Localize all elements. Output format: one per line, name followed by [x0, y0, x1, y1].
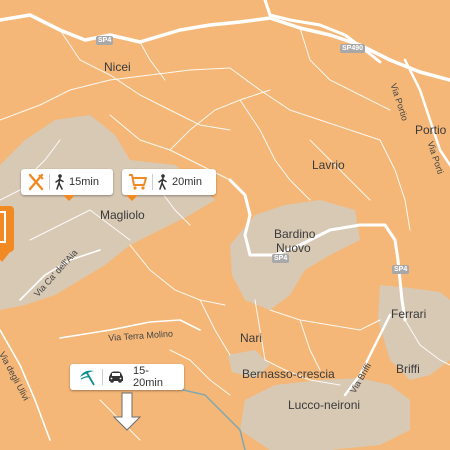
place-label-lavrio: Lavrio: [312, 158, 345, 172]
place-label-bardino-nuovo-1: Bardino: [274, 227, 316, 241]
restaurant-chip-pointer: [63, 195, 75, 201]
car-icon: [107, 364, 125, 390]
road-badge-sp4-right: SP4: [392, 265, 410, 274]
road-badge-sp4-top: SP4: [96, 36, 114, 45]
walking-icon: [157, 169, 169, 195]
walking-icon: [54, 169, 66, 195]
shop-walk-chip[interactable]: 20min: [122, 169, 216, 195]
restaurant-icon: [27, 169, 45, 195]
place-label-ferrari: Ferrari: [391, 307, 427, 321]
restaurant-walk-chip[interactable]: 15min: [21, 169, 113, 195]
beach-drive-chip[interactable]: 15-20min: [70, 364, 184, 390]
shop-chip-pointer: [126, 195, 138, 201]
place-label-bernasso: Bernasso-crescia: [242, 367, 335, 381]
place-label-portio: Portio: [415, 123, 447, 137]
shop-walk-time: 20min: [172, 176, 202, 188]
place-label-bardino-nuovo-2: Nuovo: [276, 241, 311, 255]
beach-umbrella-icon: [78, 364, 98, 390]
shopping-cart-icon: [128, 169, 148, 195]
place-label-nicei: Nicei: [104, 60, 131, 74]
map-canvas[interactable]: [0, 0, 450, 450]
road-badge-sp490: SP490: [340, 44, 366, 53]
road-badge-sp4-mid: SP4: [272, 254, 290, 263]
place-label-briffi: Briffi: [396, 362, 420, 376]
beach-drive-time: 15-20min: [132, 365, 163, 389]
place-label-magliolo: Magliolo: [100, 208, 145, 222]
place-label-lucco: Lucco-neironi: [288, 398, 361, 412]
restaurant-walk-time: 15min: [69, 176, 99, 188]
place-label-nari: Nari: [240, 331, 263, 345]
